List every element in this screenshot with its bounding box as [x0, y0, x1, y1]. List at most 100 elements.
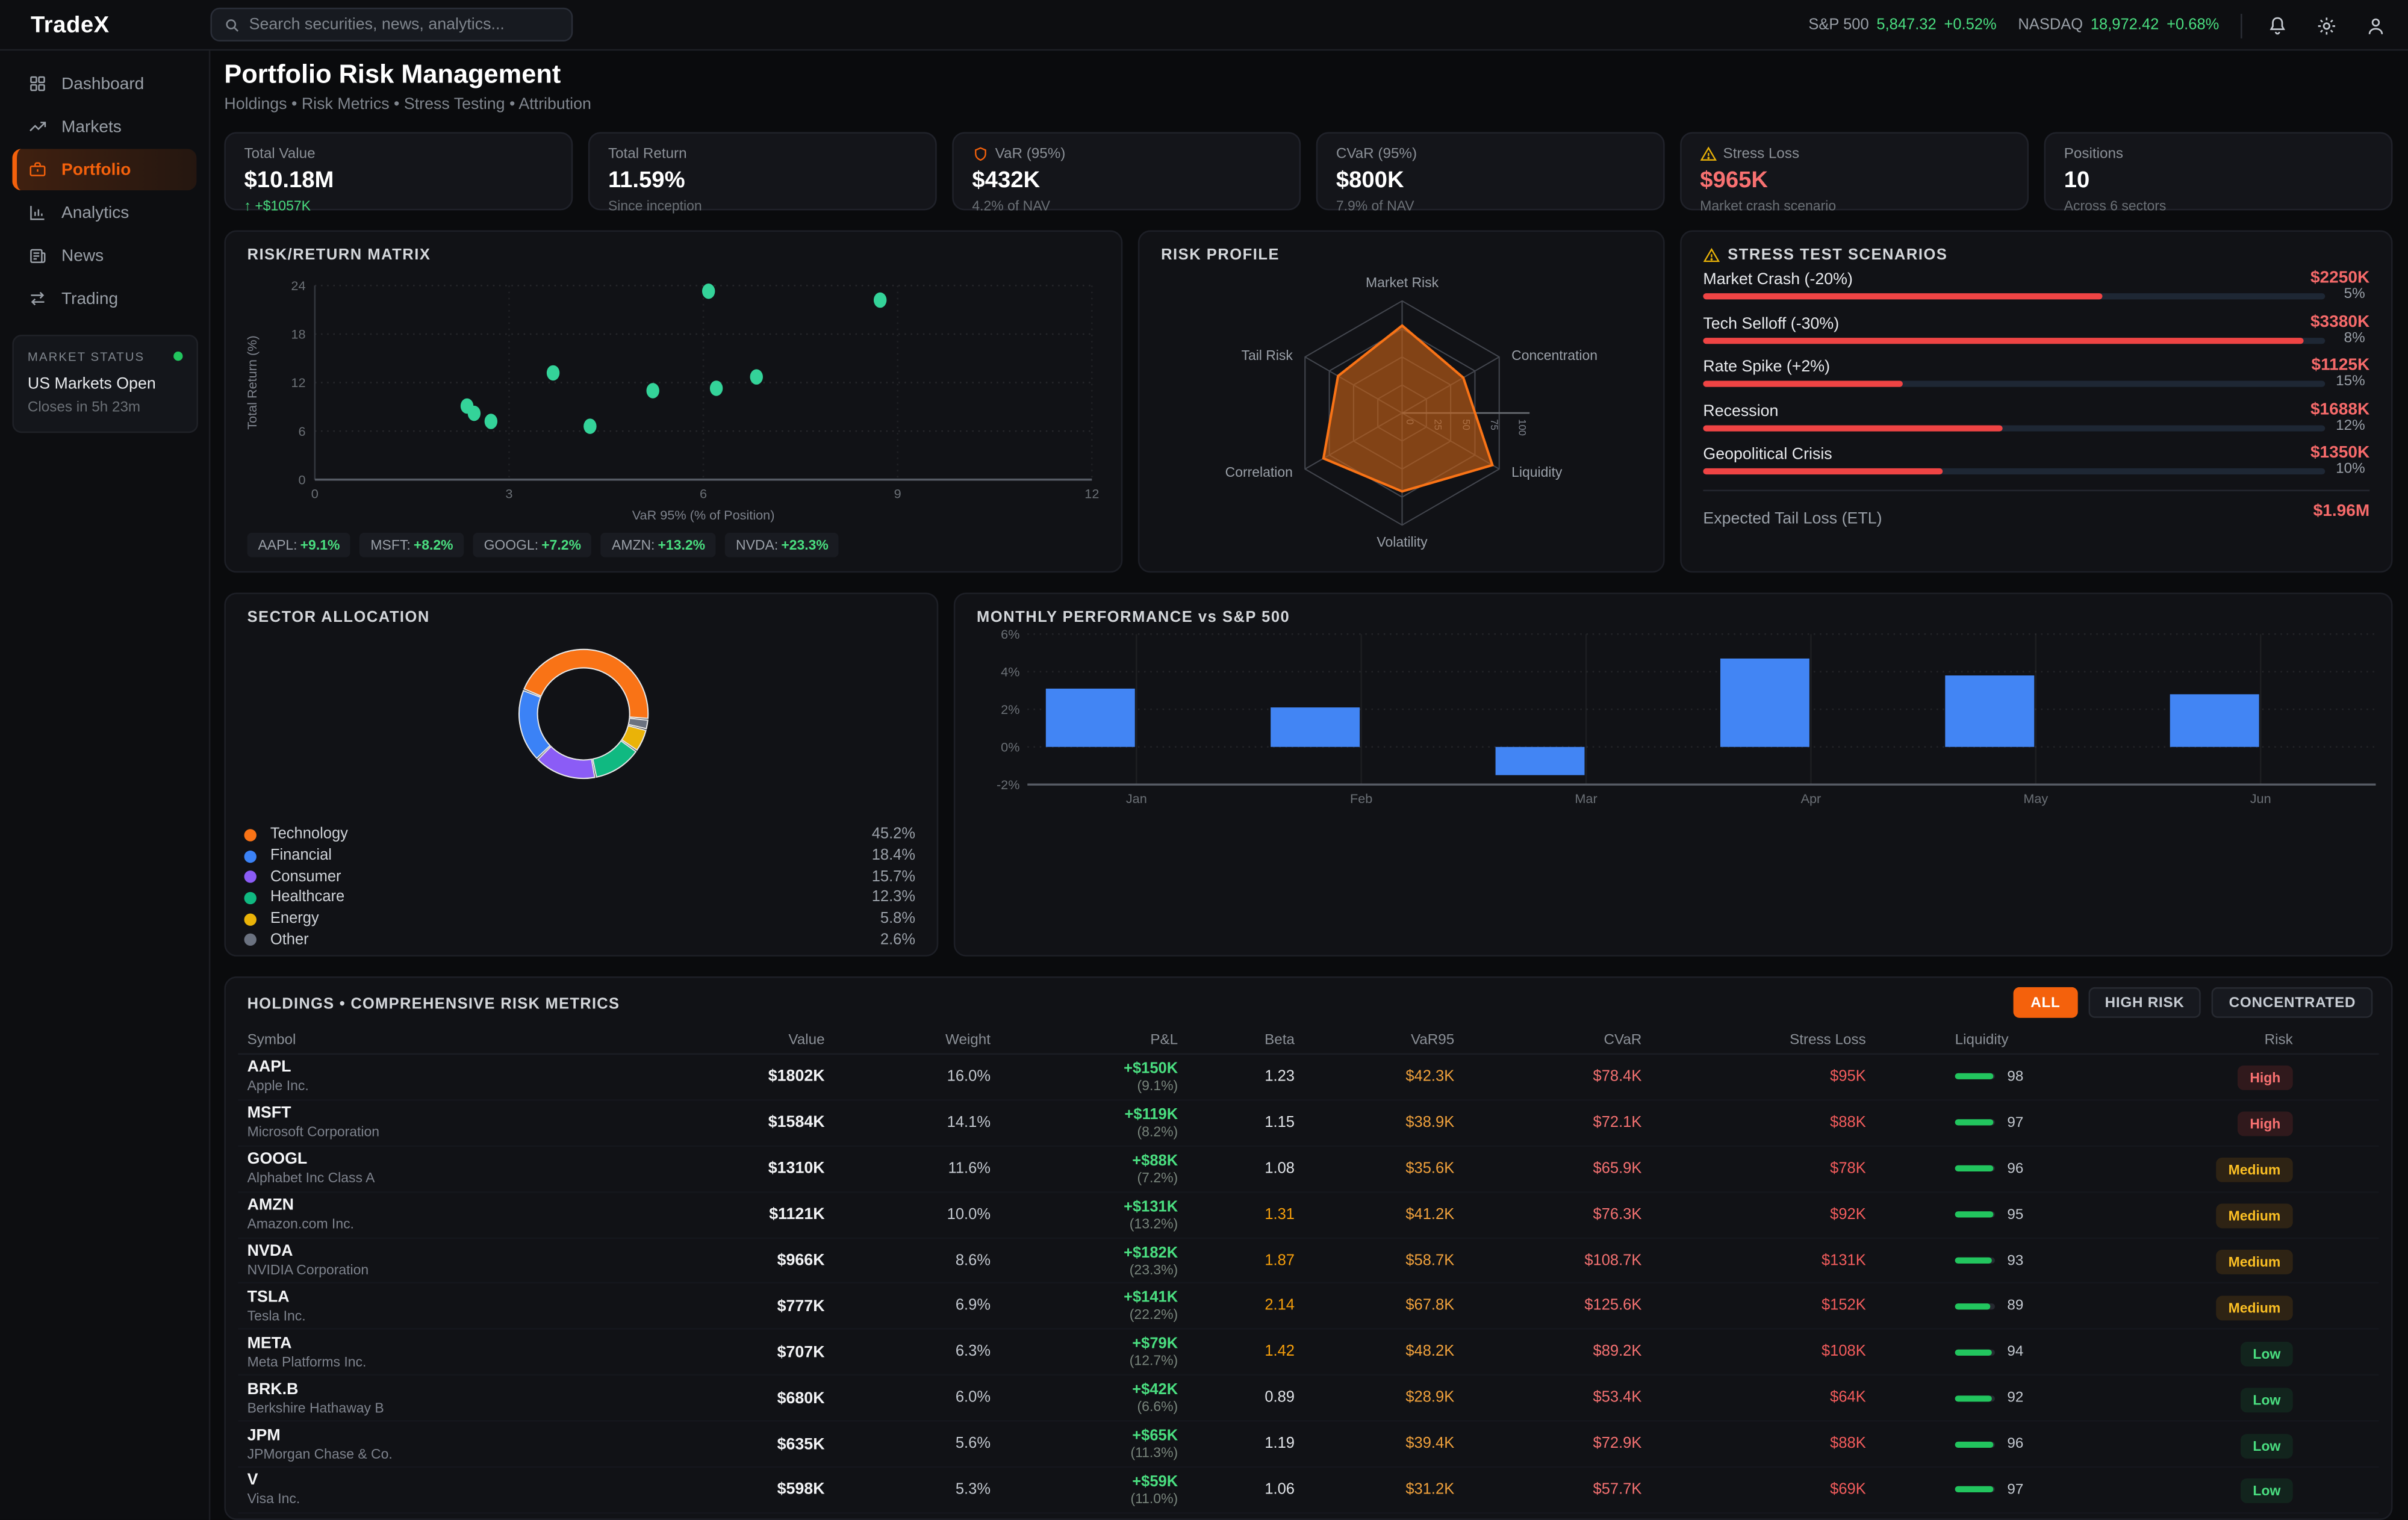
liquidity-bar-track [1955, 1303, 1995, 1309]
cell-pnl: +$131K(13.2%) [1009, 1199, 1196, 1231]
radar-value-polygon [1324, 326, 1493, 492]
sidebar-item-trading[interactable]: Trading [12, 278, 196, 320]
holding-row-jpm[interactable]: JPMJPMorgan Chase & Co.$635K5.6%+$65K(11… [238, 1422, 2378, 1468]
kpi-value: $965K [1700, 167, 2009, 193]
sector-allocation-panel: SECTOR ALLOCATION Technology45.2%Financi… [224, 592, 938, 956]
holding-company: Apple Inc. [247, 1078, 745, 1094]
filter-button-concentrated[interactable]: CONCENTRATED [2212, 987, 2373, 1018]
user-icon[interactable] [2362, 11, 2390, 39]
cell-risk: Low [2115, 1385, 2379, 1412]
sidebar-item-markets[interactable]: Markets [12, 106, 196, 147]
holdings-column-headers: SymbolValueWeightP&LBetaVaR95CVaRStress … [238, 1027, 2378, 1055]
cell-pnl: +$88K(7.2%) [1009, 1153, 1196, 1185]
bar-apr [1720, 659, 1809, 747]
cell-stress-loss: $88K [1660, 1436, 1884, 1453]
x-tick-label: 0 [311, 486, 319, 501]
cell-value: $598K [745, 1481, 843, 1500]
cell-var95: $58.7K [1313, 1252, 1473, 1269]
holding-row-msft[interactable]: MSFTMicrosoft Corporation$1584K14.1%+$11… [238, 1100, 2378, 1146]
holding-row-meta[interactable]: METAMeta Platforms Inc.$707K6.3%+$79K(12… [238, 1330, 2378, 1376]
cell-liquidity: 96 [1884, 1160, 2115, 1177]
scatter-symbol-tags: AAPL:+9.1%MSFT:+8.2%GOOGL:+7.2%AMZN:+13.… [247, 533, 839, 557]
risk-profile-radar-chart: 0255075100Market RiskConcentrationLiquid… [1139, 232, 1664, 572]
kpi-subtext: Across 6 sectors [2064, 198, 2373, 214]
legend-label: Other [270, 932, 309, 949]
cell-cvar: $72.9K [1473, 1436, 1660, 1453]
cell-weight: 5.6% [843, 1436, 1009, 1453]
filter-button-high-risk[interactable]: HIGH RISK [2088, 987, 2201, 1018]
x-tick-label: 3 [505, 486, 512, 501]
cell-var95: $38.9K [1313, 1114, 1473, 1131]
markets-trend-icon [28, 117, 48, 137]
monthly-performance-panel: MONTHLY PERFORMANCE vs S&P 500 6%4%2%0%-… [954, 592, 2393, 956]
holding-row-tsla[interactable]: TSLATesla Inc.$777K6.9%+$141K(22.2%)2.14… [238, 1284, 2378, 1330]
warning-icon [1703, 247, 1720, 264]
risk-badge: Low [2241, 1388, 2293, 1412]
x-tick-label: Apr [1801, 791, 1822, 806]
bell-icon[interactable] [2263, 11, 2291, 39]
scenario-bar-fill [1703, 337, 2304, 343]
market-status-state: US Markets Open [28, 374, 183, 393]
cell-beta: 0.89 [1196, 1390, 1313, 1407]
shield-icon [972, 146, 989, 163]
filter-button-all[interactable]: ALL [2014, 987, 2077, 1018]
liquidity-score: 97 [2007, 1481, 2023, 1498]
sidebar-item-dashboard[interactable]: Dashboard [12, 63, 196, 105]
radar-axis-label-liquidity: Liquidity [1511, 464, 1563, 480]
sidebar-item-analytics[interactable]: Analytics [12, 192, 196, 234]
legend-row-healthcare: Healthcare12.3% [244, 887, 919, 908]
holding-row-brk-b[interactable]: BRK.BBerkshire Hathaway B$680K6.0%+$42K(… [238, 1376, 2378, 1422]
cell-liquidity: 98 [1884, 1069, 2115, 1085]
holding-row-googl[interactable]: GOOGLAlphabet Inc Class A$1310K11.6%+$88… [238, 1147, 2378, 1193]
holding-row-nvda[interactable]: NVDANVIDIA Corporation$966K8.6%+$182K(23… [238, 1238, 2378, 1284]
holding-row-aapl[interactable]: AAPLApple Inc.$1802K16.0%+$150K(9.1%)1.2… [238, 1055, 2378, 1100]
holding-company: Meta Platforms Inc. [247, 1354, 745, 1370]
cell-risk: Medium [2115, 1155, 2379, 1182]
ticker-value: 18,972.42 [2091, 17, 2159, 34]
holding-row-v[interactable]: VVisa Inc.$598K5.3%+$59K(11.0%)1.06$31.2… [238, 1468, 2378, 1513]
cell-cvar: $108.7K [1473, 1252, 1660, 1269]
scenario-name: Rate Spike (+2%) [1703, 358, 1830, 376]
stress-test-title: STRESS TEST SCENARIOS [1728, 247, 1947, 264]
holding-row-amzn[interactable]: AMZNAmazon.com Inc.$1121K10.0%+$131K(13.… [238, 1193, 2378, 1238]
cell-stress-loss: $92K [1660, 1206, 1884, 1223]
cell-symbol: NVDANVIDIA Corporation [238, 1244, 745, 1277]
cell-cvar: $53.4K [1473, 1390, 1660, 1407]
legend-dot [244, 871, 257, 883]
holding-symbol: V [247, 1473, 745, 1490]
pnl-amount: +$88K [1009, 1153, 1178, 1170]
sidebar-item-news[interactable]: News [12, 235, 196, 276]
cell-stress-loss: $88K [1660, 1114, 1884, 1131]
holding-symbol: AAPL [247, 1060, 745, 1077]
cell-value: $777K [745, 1297, 843, 1316]
scatter-point-msft [468, 406, 481, 421]
scatter-tag-amzn: AMZN:+13.2% [601, 533, 716, 557]
cell-weight: 14.1% [843, 1114, 1009, 1131]
holding-company: Amazon.com Inc. [247, 1216, 745, 1232]
liquidity-bar-fill [1955, 1212, 1993, 1218]
pnl-percent: (11.0%) [1009, 1491, 1178, 1506]
column-header-cvar: CVaR [1473, 1032, 1660, 1049]
sidebar-item-label: News [61, 246, 104, 265]
cell-risk: High [2115, 1063, 2379, 1091]
panel-title-stress-test: STRESS TEST SCENARIOS [1703, 247, 1947, 264]
kpi-label: Stress Loss [1700, 146, 2009, 163]
cell-weight: 10.0% [843, 1206, 1009, 1223]
x-tick-label: 9 [894, 486, 901, 501]
cell-risk: Medium [2115, 1292, 2379, 1320]
holding-symbol: AMZN [247, 1198, 745, 1215]
gear-icon[interactable] [2313, 11, 2341, 39]
sidebar-item-portfolio[interactable]: Portfolio [12, 149, 196, 190]
legend-label: Consumer [270, 869, 341, 886]
scenario-bar-track [1703, 424, 2325, 430]
scatter-tag-nvda: NVDA:+23.3% [725, 533, 839, 557]
y-tick-label: 0 [298, 472, 305, 487]
y-tick-label: 2% [1001, 702, 1019, 717]
kpi-value: $10.18M [244, 167, 553, 193]
kpi-card-positions: Positions10Across 6 sectors [2044, 132, 2393, 210]
search-input[interactable] [249, 16, 559, 34]
radar-tick-label: 75 [1489, 419, 1500, 430]
column-header-risk: Risk [2115, 1032, 2379, 1049]
pnl-amount: +$59K [1009, 1474, 1178, 1491]
cell-liquidity: 97 [1884, 1481, 2115, 1498]
